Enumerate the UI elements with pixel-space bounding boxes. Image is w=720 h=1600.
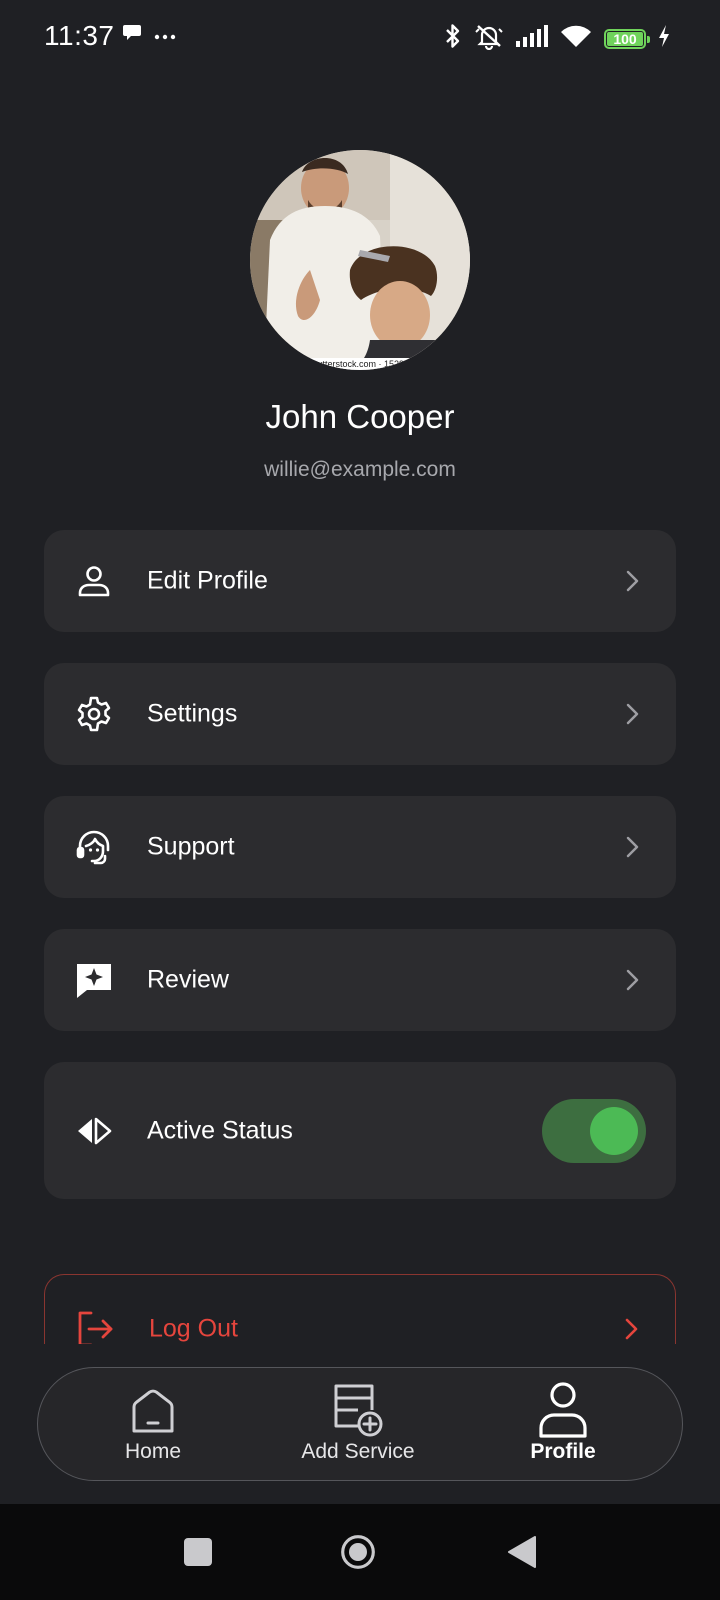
- chat-bubble-icon: [122, 24, 142, 47]
- home-button-icon[interactable]: [340, 1534, 376, 1570]
- user-email: willie@example.com: [264, 458, 456, 481]
- bell-off-icon: [474, 22, 504, 55]
- status-left-icons: [122, 24, 176, 47]
- toggle-arrows-icon: [74, 1111, 114, 1151]
- charging-icon: [658, 25, 670, 52]
- toggle-knob: [590, 1106, 638, 1155]
- review-star-bubble-icon: [74, 960, 114, 1000]
- chevron-right-icon: [620, 835, 644, 859]
- system-navigation-bar: [0, 1504, 720, 1600]
- nav-home-label: Home: [124, 1440, 182, 1463]
- nav-home[interactable]: Home: [98, 1368, 208, 1480]
- edit-profile-item[interactable]: Edit Profile: [44, 530, 676, 632]
- user-icon: [74, 561, 114, 601]
- logout-icon: [75, 1309, 115, 1344]
- profile-screen: 11:37 100 shutterstock.com · 15297 John …: [0, 0, 720, 1600]
- profile-icon: [535, 1382, 591, 1438]
- user-name: John Cooper: [265, 398, 455, 435]
- headset-icon: [74, 827, 114, 867]
- nav-add-service[interactable]: Add Service: [288, 1368, 428, 1480]
- bluetooth-icon: [444, 22, 462, 55]
- nav-add-service-label: Add Service: [301, 1440, 415, 1463]
- status-time: 11:37: [44, 20, 115, 51]
- home-icon: [125, 1382, 181, 1438]
- bottom-navigation: Home Add Service Profile: [37, 1367, 683, 1481]
- add-service-icon: [330, 1382, 386, 1438]
- nav-profile[interactable]: Profile: [508, 1368, 618, 1480]
- gear-icon: [74, 694, 114, 734]
- chevron-right-icon: [620, 968, 644, 992]
- active-status-label: Active Status: [147, 1116, 293, 1144]
- active-status-item: Active Status: [44, 1062, 676, 1199]
- review-label: Review: [147, 965, 229, 994]
- status-right-icons: 100: [444, 22, 670, 55]
- signal-icon: [516, 25, 548, 52]
- profile-avatar[interactable]: shutterstock.com · 15297: [250, 150, 470, 370]
- nav-profile-label: Profile: [530, 1440, 596, 1463]
- review-item[interactable]: Review: [44, 929, 676, 1031]
- status-bar: 11:37 100: [0, 0, 720, 78]
- chevron-right-icon: [619, 1317, 643, 1341]
- edit-profile-label: Edit Profile: [147, 566, 268, 595]
- support-item[interactable]: Support: [44, 796, 676, 898]
- log-out-item[interactable]: Log Out: [44, 1274, 676, 1344]
- active-status-toggle[interactable]: [542, 1098, 646, 1163]
- settings-item[interactable]: Settings: [44, 663, 676, 765]
- chevron-right-icon: [620, 702, 644, 726]
- wifi-icon: [560, 24, 592, 53]
- chevron-right-icon: [620, 569, 644, 593]
- avatar-watermark: shutterstock.com · 15297: [308, 359, 409, 369]
- more-dots-icon: [154, 27, 176, 45]
- battery-icon: 100: [604, 28, 650, 49]
- log-out-label: Log Out: [149, 1314, 238, 1343]
- support-label: Support: [147, 832, 235, 861]
- settings-label: Settings: [147, 699, 238, 728]
- recents-button-icon[interactable]: [180, 1534, 216, 1570]
- back-button-icon[interactable]: [504, 1534, 540, 1570]
